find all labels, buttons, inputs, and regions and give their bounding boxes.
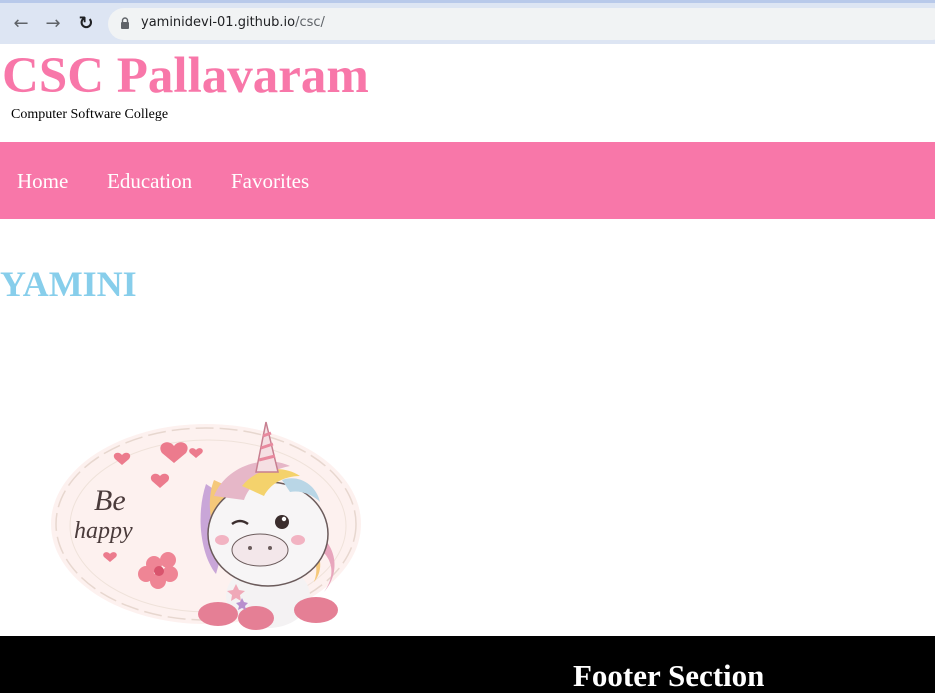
nav-link-home[interactable]: Home — [17, 169, 68, 194]
arrow-left-icon[interactable]: ← — [9, 11, 33, 35]
address-bar[interactable]: yaminidevi-01.github.io/csc/ — [108, 8, 935, 40]
person-name: YAMINI — [0, 264, 137, 304]
image-text-happy: happy — [74, 518, 133, 544]
arrow-right-icon[interactable]: → — [41, 11, 65, 35]
browser-toolbar: ← → ↻ yaminidevi-01.github.io/csc/ — [0, 0, 935, 44]
url-path: /csc/ — [295, 15, 325, 30]
url-host: yaminidevi-01.github.io — [141, 15, 296, 30]
nav-link-favorites[interactable]: Favorites — [231, 169, 309, 194]
address-bar-url[interactable]: yaminidevi-01.github.io/csc/ — [141, 15, 325, 30]
site-title: CSC Pallavaram — [2, 48, 369, 104]
site-subtitle: Computer Software College — [11, 107, 169, 122]
unicorn-image: Be happy — [51, 421, 361, 630]
image-text-be: Be — [94, 484, 126, 517]
nav-link-education[interactable]: Education — [107, 169, 192, 194]
footer: Footer Section — [0, 636, 935, 693]
lock-icon — [121, 17, 129, 29]
reload-icon[interactable]: ↻ — [74, 11, 98, 35]
main-nav: Home Education Favorites — [0, 142, 935, 219]
footer-title: Footer Section — [573, 658, 765, 693]
